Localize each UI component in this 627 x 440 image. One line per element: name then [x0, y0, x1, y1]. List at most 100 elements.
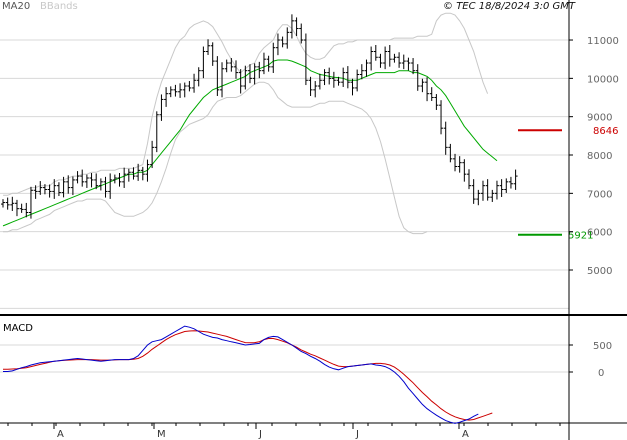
price-bar — [234, 60, 238, 79]
macd-y-tick-label: 500 — [593, 341, 612, 352]
price-bar — [56, 182, 61, 197]
price-bar — [154, 111, 159, 153]
macd-title: MACD — [3, 323, 33, 334]
price-bar — [462, 159, 467, 182]
price-bar — [89, 173, 94, 188]
bbands-lower-line — [3, 81, 428, 235]
price-bar — [80, 169, 85, 187]
price-bar — [19, 203, 24, 213]
price-bar — [406, 57, 411, 71]
price-bar — [383, 46, 388, 70]
price-bar — [173, 84, 178, 97]
price-bar — [10, 196, 15, 211]
y-tick-label: 7000 — [587, 189, 612, 200]
price-bar — [401, 54, 406, 70]
price-bar — [387, 45, 392, 67]
price-bar — [192, 73, 197, 93]
price-bar — [168, 86, 173, 98]
macd-y-tick-label: 0 — [598, 368, 604, 379]
price-bar — [5, 197, 10, 210]
price-bar — [220, 62, 225, 98]
price-bar — [508, 176, 513, 189]
bollinger-bands — [3, 12, 489, 235]
price-bar — [397, 52, 402, 68]
price-bar — [448, 143, 453, 163]
price-bar — [345, 66, 350, 89]
price-bar — [308, 76, 313, 96]
price-bar — [224, 59, 229, 73]
y-tick-label: 10000 — [587, 74, 619, 85]
price-bar — [504, 178, 509, 193]
price-bar — [392, 53, 397, 63]
price-bar — [490, 189, 495, 202]
y-tick-label: 8000 — [587, 151, 612, 162]
price-bar — [285, 27, 290, 49]
price-bar — [331, 71, 336, 88]
price-bar — [14, 199, 19, 217]
price-bar — [313, 81, 318, 98]
price-bar — [425, 77, 430, 102]
price-bar — [24, 202, 29, 218]
y-tick-label: 5000 — [587, 266, 612, 277]
legend-bbands: BBands — [40, 1, 78, 12]
price-bar — [513, 169, 518, 190]
x-tick-label: M — [157, 429, 166, 440]
y-tick-label: 6000 — [587, 228, 612, 239]
price-bar — [303, 33, 308, 86]
legend-ma20: MA20 — [2, 1, 30, 12]
price-bar — [280, 36, 285, 48]
price-bar — [70, 176, 75, 196]
price-bar — [317, 73, 322, 90]
price-bar — [52, 179, 57, 199]
x-tick-label: J — [355, 429, 359, 440]
price-bar — [1, 199, 5, 208]
price-bar — [378, 53, 383, 68]
price-bar — [196, 67, 201, 87]
price-bar — [238, 69, 243, 94]
price-bar — [257, 61, 262, 79]
price-bar — [457, 156, 462, 173]
price-bar — [206, 39, 211, 55]
price-bar — [415, 64, 420, 91]
price-bar — [271, 42, 276, 73]
price-bar — [164, 87, 169, 107]
price-bar — [322, 69, 327, 86]
price-bar — [84, 174, 89, 188]
price-bar — [439, 100, 444, 135]
macd-panel — [3, 325, 493, 424]
x-tick-label: A — [462, 429, 469, 440]
price-bar — [275, 33, 280, 56]
price-bar — [494, 180, 499, 200]
price-bar — [471, 179, 476, 204]
price-bar — [98, 178, 103, 191]
x-tick-label: A — [57, 429, 64, 440]
price-bar — [187, 81, 192, 92]
price-bar — [485, 179, 490, 201]
price-bar — [289, 14, 294, 39]
price-bar — [429, 87, 434, 101]
price-bar — [369, 46, 374, 71]
chart-canvas: 86465921 5000 6000 7000 8000 9000 10000 11000 0… — [0, 0, 627, 440]
price-bar — [47, 184, 52, 198]
price-bar — [499, 179, 504, 197]
price-bar — [434, 94, 439, 110]
price-bar — [215, 56, 220, 96]
price-bar — [261, 52, 266, 75]
price-bar — [108, 173, 113, 199]
price-bar — [182, 82, 187, 98]
price-bar — [122, 167, 127, 188]
y-tick-label: 11000 — [587, 36, 619, 47]
price-bar — [373, 45, 378, 61]
price-bar — [38, 181, 43, 195]
resistance-label: 8646 — [593, 126, 618, 137]
axes: 5000 6000 7000 8000 9000 10000 11000 0 500 A M J J A — [0, 0, 627, 440]
price-bar — [243, 65, 248, 90]
price-bar — [359, 64, 364, 80]
price-bar — [252, 63, 257, 85]
y-tick-label: 9000 — [587, 113, 612, 124]
signal-line — [3, 330, 493, 421]
price-bar — [117, 173, 122, 187]
price-bar — [350, 78, 355, 96]
price-bar — [210, 42, 215, 66]
price-bar — [476, 189, 481, 206]
